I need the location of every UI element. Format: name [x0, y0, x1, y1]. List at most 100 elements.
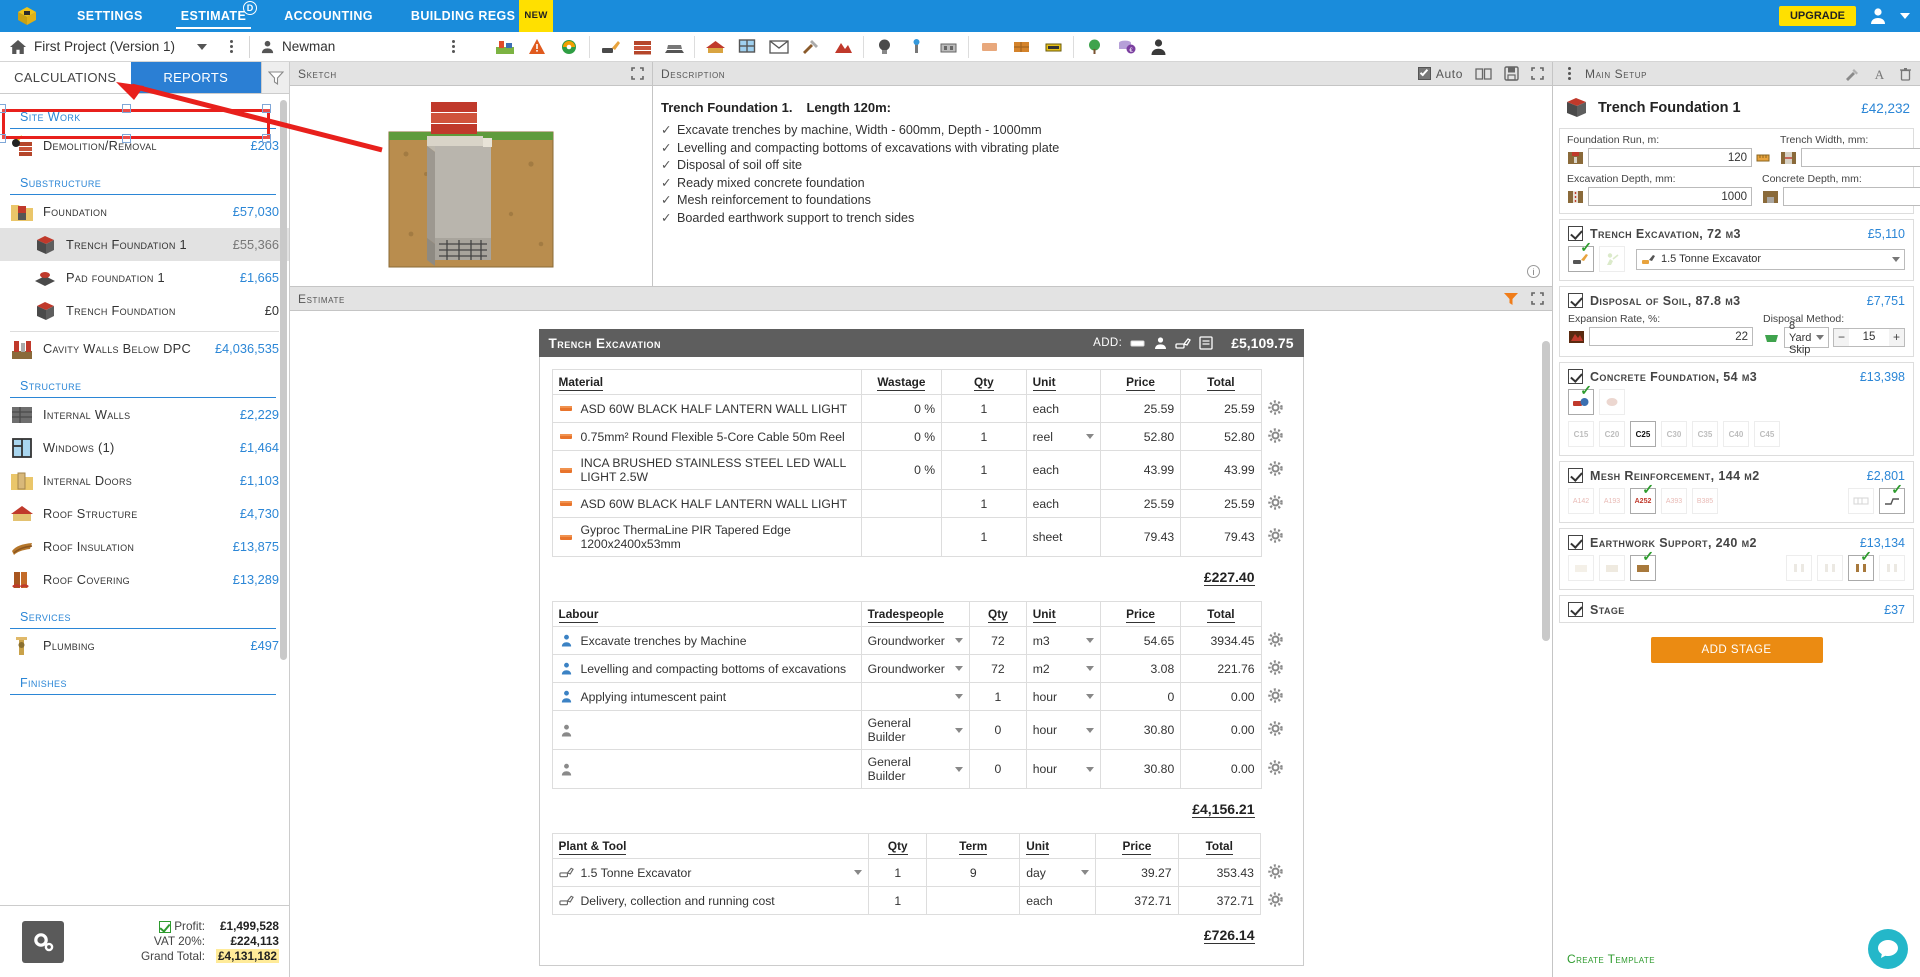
- qty-cell[interactable]: 1: [868, 858, 928, 887]
- sidebar-item-foundation[interactable]: Foundation £57,030: [0, 195, 289, 228]
- main-setup-kebab-icon[interactable]: [1561, 67, 1577, 80]
- chevron-down-icon[interactable]: [955, 694, 964, 699]
- section-checkbox[interactable]: [1568, 293, 1583, 308]
- qty-cell[interactable]: 1: [941, 422, 1027, 451]
- tool-brick-icon[interactable]: [626, 34, 658, 60]
- sidebar-item-trench-foundation[interactable]: Trench Foundation £0: [0, 294, 289, 327]
- ready-mix-icon[interactable]: ✓: [1568, 383, 1594, 415]
- unit-cell[interactable]: each: [1019, 886, 1097, 915]
- price-cell[interactable]: 52.80: [1099, 422, 1182, 451]
- create-template-link[interactable]: Create Template: [1567, 952, 1655, 966]
- project-name[interactable]: First Project (Version 1): [34, 39, 175, 54]
- unit-cell[interactable]: hour: [1025, 749, 1101, 789]
- chevron-down-icon[interactable]: [955, 766, 964, 772]
- stepper-decrement[interactable]: −: [1834, 329, 1849, 346]
- tool-measure-icon[interactable]: [1037, 34, 1069, 60]
- gear-icon[interactable]: [1268, 528, 1283, 543]
- sketch-image-area[interactable]: [290, 86, 652, 286]
- unit-cell[interactable]: m2: [1025, 654, 1101, 683]
- qty-cell[interactable]: 72: [969, 626, 1027, 655]
- table-row[interactable]: 0.75mm² Round Flexible 5-Core Cable 50m …: [551, 422, 1290, 451]
- board-dark-icon[interactable]: ✓: [1630, 549, 1656, 581]
- table-row[interactable]: General Builder 0 hour 30.80 0.00: [551, 710, 1290, 750]
- tool-plumbing-icon[interactable]: [900, 34, 932, 60]
- stepper-increment[interactable]: +: [1889, 329, 1904, 346]
- grade-c45-icon[interactable]: C45: [1754, 421, 1780, 447]
- chevron-down-icon[interactable]: [1085, 434, 1094, 439]
- app-logo[interactable]: [10, 0, 44, 32]
- tool-mountain-icon[interactable]: [827, 34, 859, 60]
- grade-c20-icon[interactable]: C20: [1599, 421, 1625, 447]
- mesh-a142-icon[interactable]: A142: [1568, 488, 1594, 514]
- account-menu-chevron-down-icon[interactable]: [1900, 13, 1910, 19]
- grade-c30-icon[interactable]: C30: [1661, 421, 1687, 447]
- mesh-a393-icon[interactable]: A393: [1661, 488, 1687, 514]
- tab-calculations[interactable]: CALCULATIONS: [0, 62, 131, 93]
- unit-cell[interactable]: each: [1025, 450, 1101, 490]
- grade-c15-icon[interactable]: C15: [1568, 421, 1594, 447]
- unit-cell[interactable]: reel: [1025, 422, 1101, 451]
- gear-icon[interactable]: [1268, 399, 1283, 415]
- trade-cell[interactable]: Groundworker: [860, 654, 971, 683]
- concrete-depth-input[interactable]: [1783, 187, 1920, 206]
- sidebar-item-cavity-walls-below-dpc[interactable]: Cavity Walls Below DPC £4,036,535: [0, 332, 289, 365]
- chat-support-button[interactable]: [1868, 929, 1908, 969]
- chevron-down-icon[interactable]: [955, 638, 964, 643]
- qty-cell[interactable]: 0: [969, 710, 1027, 750]
- sidebar-item-demolition-removal[interactable]: Demolition/Removal £203: [0, 129, 289, 162]
- description-content[interactable]: Trench Foundation 1. Length 120m: ✓ Excava…: [653, 86, 1552, 286]
- price-cell[interactable]: 30.80: [1099, 710, 1182, 750]
- prop-3-icon[interactable]: ✓: [1848, 549, 1874, 581]
- chevron-down-icon[interactable]: [1085, 638, 1094, 643]
- mixer-icon[interactable]: [1599, 389, 1625, 415]
- grade-c35-icon[interactable]: C35: [1692, 421, 1718, 447]
- table-row[interactable]: Gyproc ThermaLine PIR Tapered Edge 1200x…: [551, 517, 1290, 557]
- trade-cell[interactable]: Groundworker: [860, 626, 971, 655]
- mesh-flat-icon[interactable]: [1848, 488, 1874, 514]
- price-cell[interactable]: 25.59: [1099, 394, 1182, 423]
- expand-icon[interactable]: [1531, 292, 1544, 305]
- account-icon[interactable]: [1868, 6, 1888, 26]
- info-icon[interactable]: i: [1527, 265, 1540, 278]
- text-format-icon[interactable]: A: [1873, 67, 1886, 81]
- expansion-rate-input[interactable]: [1589, 327, 1753, 346]
- tool-light-icon[interactable]: [868, 34, 900, 60]
- tool-tools-icon[interactable]: [795, 34, 827, 60]
- nav-estimate[interactable]: ESTIMATE D: [162, 0, 265, 32]
- term-cell[interactable]: [926, 886, 1021, 915]
- price-cell[interactable]: 372.71: [1095, 886, 1179, 915]
- board-plain-icon[interactable]: [1568, 555, 1594, 581]
- sidebar-item-roof-insulation[interactable]: Roof Insulation £13,875: [0, 530, 289, 563]
- qty-cell[interactable]: 1: [941, 450, 1027, 490]
- gear-icon[interactable]: [1268, 721, 1283, 736]
- foundation-run-input[interactable]: [1588, 148, 1752, 167]
- settings-gear-button[interactable]: [22, 920, 64, 963]
- price-cell[interactable]: 3.08: [1099, 654, 1182, 683]
- table-row[interactable]: Levelling and compacting bottoms of exca…: [551, 654, 1290, 683]
- add-plant-icon[interactable]: [1175, 335, 1192, 351]
- profit-checkbox[interactable]: [159, 920, 172, 933]
- mesh-a193-icon[interactable]: A193: [1599, 488, 1625, 514]
- tool-profile-icon[interactable]: [1142, 34, 1174, 60]
- table-row[interactable]: ASD 60W BLACK HALF LANTERN WALL LIGHT 1 …: [551, 489, 1290, 518]
- qty-cell[interactable]: 1: [941, 489, 1027, 518]
- sidebar-item-roof-covering[interactable]: Roof Covering £13,289: [0, 563, 289, 596]
- wastage-cell[interactable]: [860, 489, 943, 518]
- unit-cell[interactable]: each: [1025, 489, 1101, 518]
- excavation-depth-input[interactable]: [1588, 187, 1752, 206]
- chevron-down-icon[interactable]: [1081, 870, 1090, 875]
- auto-checkbox[interactable]: [1417, 67, 1431, 80]
- prop-2-icon[interactable]: [1817, 555, 1843, 581]
- tool-site-icon[interactable]: [489, 34, 521, 60]
- qty-cell[interactable]: 72: [969, 654, 1027, 683]
- chevron-down-icon[interactable]: [955, 727, 964, 733]
- nav-accounting[interactable]: ACCOUNTING: [265, 0, 392, 32]
- nav-settings[interactable]: SETTINGS: [58, 0, 162, 32]
- hand-dig-icon[interactable]: [1599, 246, 1625, 272]
- prop-1-icon[interactable]: [1786, 555, 1812, 581]
- estimate-scrollbar[interactable]: [1542, 341, 1550, 641]
- ruler-icon[interactable]: [1756, 151, 1770, 165]
- wastage-cell[interactable]: 0 %: [860, 422, 943, 451]
- qty-cell[interactable]: 1: [868, 886, 928, 915]
- filter-icon[interactable]: [1503, 291, 1519, 306]
